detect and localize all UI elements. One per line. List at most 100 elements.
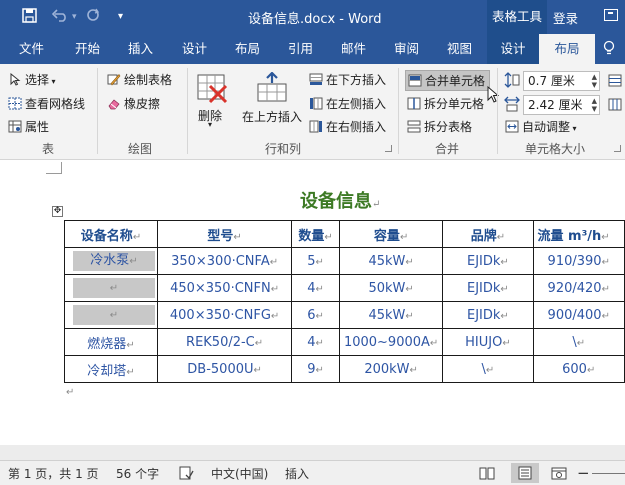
row-height-input[interactable]: 0.7 厘米 ▲ ▼ <box>523 71 600 91</box>
tab-table-layout[interactable]: 布局 <box>539 34 595 64</box>
table-cell[interactable]: 5↵ <box>291 247 340 275</box>
tab-table-design[interactable]: 设计 <box>487 34 539 64</box>
table-cell[interactable]: 燃烧器↵ <box>64 328 158 356</box>
table-cell[interactable]: EJIDk↵ <box>442 274 534 302</box>
table-cell-selected[interactable]: ↵ <box>64 274 158 302</box>
table-header-cell[interactable]: 数量↵ <box>291 220 340 248</box>
table-header-cell[interactable]: 容量↵ <box>338 220 444 248</box>
table-cell[interactable]: 200kW↵ <box>338 355 444 383</box>
table-cell[interactable]: 4↵ <box>291 328 340 356</box>
login-button[interactable]: 登录 <box>553 8 578 27</box>
web-layout-icon[interactable] <box>551 466 567 480</box>
distribute-columns-icon[interactable] <box>608 98 622 114</box>
read-mode-icon[interactable] <box>479 466 495 480</box>
tab-mailings[interactable]: 邮件 <box>341 34 369 64</box>
tell-me-lightbulb-icon[interactable] <box>603 40 615 56</box>
tab-file[interactable]: 文件 <box>19 34 47 64</box>
table-header-cell[interactable]: 品牌↵ <box>442 220 534 248</box>
properties-button[interactable]: 属性 <box>8 118 49 136</box>
tab-view[interactable]: 视图 <box>447 34 475 64</box>
table-cell[interactable]: 910/390↵ <box>532 247 625 275</box>
column-width-increase-icon[interactable]: ▲ <box>592 98 597 105</box>
status-bar: 第 1 页，共 1 页 56 个字 中文(中国) 插入 − <box>0 460 625 485</box>
distribute-rows-icon[interactable] <box>608 74 622 90</box>
tab-references[interactable]: 引用 <box>288 34 316 64</box>
table-cell[interactable]: 4↵ <box>291 274 340 302</box>
table-cell[interactable]: 9↵ <box>291 355 340 383</box>
table-cell[interactable]: 45kW↵ <box>338 301 444 329</box>
proofing-icon[interactable] <box>179 466 194 480</box>
redo-icon[interactable] <box>86 8 100 26</box>
tab-insert[interactable]: 插入 <box>128 34 156 64</box>
equipment-table[interactable]: 设备名称↵ 型号↵ 数量↵ 容量↵ 品牌↵ 流量 m³/h↵ 冷水泵↵ 350×… <box>64 220 625 383</box>
table-cell-selected[interactable]: 冷水泵↵ <box>64 247 158 275</box>
table-cell[interactable]: REK50/2-C↵ <box>156 328 293 356</box>
merge-cells-button[interactable]: 合并单元格 <box>405 70 490 91</box>
table-cell[interactable]: EJIDk↵ <box>442 301 534 329</box>
ribbon-display-options-icon[interactable] <box>604 9 618 21</box>
insert-left-icon <box>309 97 323 110</box>
pencil-table-icon <box>107 73 121 86</box>
eraser-button[interactable]: 橡皮擦 <box>107 95 160 113</box>
zoom-out-icon[interactable]: − <box>577 464 590 482</box>
table-cell[interactable]: DB-5000U↵ <box>156 355 293 383</box>
table-cell[interactable]: 50kW↵ <box>338 274 444 302</box>
draw-table-button[interactable]: 绘制表格 <box>107 71 172 89</box>
insert-below-icon <box>309 73 323 86</box>
table-header-cell[interactable]: 型号↵ <box>156 220 293 248</box>
table-move-handle-icon[interactable]: ✥ <box>52 206 63 217</box>
cell-size-dialog-launcher-icon[interactable] <box>614 145 621 152</box>
autofit-button[interactable]: 自动调整 ▾ <box>505 118 577 136</box>
tab-review[interactable]: 审阅 <box>394 34 422 64</box>
insert-above-button[interactable]: 在上方插入 <box>240 70 302 128</box>
row-height-decrease-icon[interactable]: ▼ <box>592 82 597 89</box>
gridlines-icon <box>8 97 22 110</box>
tab-design[interactable]: 设计 <box>182 34 210 64</box>
insert-right-button[interactable]: 在右侧插入 <box>309 118 386 136</box>
customize-qat-icon[interactable]: ▾ <box>118 8 123 26</box>
table-cell[interactable]: 920/420↵ <box>532 274 625 302</box>
column-width-input[interactable]: 2.42 厘米 ▲ ▼ <box>523 95 600 115</box>
table-cell[interactable]: 400×350·CNFG↵ <box>156 301 293 329</box>
table-cell[interactable]: \↵ <box>442 355 534 383</box>
document-heading[interactable]: 设备信息↵ <box>300 187 380 213</box>
insert-left-button[interactable]: 在左侧插入 <box>309 95 386 113</box>
row-height-increase-icon[interactable]: ▲ <box>592 74 597 81</box>
view-gridlines-button[interactable]: 查看网格线 <box>8 95 85 113</box>
split-cells-icon <box>407 97 421 110</box>
table-header-cell[interactable]: 流量 m³/h↵ <box>532 220 625 248</box>
table-cell[interactable]: 冷却塔↵ <box>64 355 158 383</box>
table-header-cell[interactable]: 设备名称↵ <box>64 220 158 248</box>
table-cell[interactable]: 1000~9000A↵ <box>338 328 444 356</box>
table-cell[interactable]: 45kW↵ <box>338 247 444 275</box>
table-cell[interactable]: 900/400↵ <box>532 301 625 329</box>
column-width-decrease-icon[interactable]: ▼ <box>592 106 597 113</box>
table-cell-selected[interactable]: ↵ <box>64 301 158 329</box>
undo-dropdown-icon[interactable]: ▾ <box>72 8 77 26</box>
table-cell[interactable]: 450×350·CNFN↵ <box>156 274 293 302</box>
table-cell[interactable]: 350×300·CNFA↵ <box>156 247 293 275</box>
zoom-slider[interactable] <box>592 473 625 474</box>
table-cell[interactable]: 600↵ <box>532 355 625 383</box>
eraser-icon <box>107 97 121 110</box>
page-count[interactable]: 第 1 页，共 1 页 <box>8 465 99 482</box>
insert-below-button[interactable]: 在下方插入 <box>309 71 386 89</box>
merge-cells-label: 合并单元格 <box>425 74 486 88</box>
word-count[interactable]: 56 个字 <box>116 465 159 482</box>
delete-button[interactable]: 删除 ▾ <box>194 70 230 129</box>
print-layout-icon[interactable] <box>511 463 539 483</box>
split-cells-button[interactable]: 拆分单元格 <box>407 95 484 113</box>
table-cell[interactable]: HIUJO↵ <box>442 328 534 356</box>
split-table-button[interactable]: 拆分表格 <box>407 118 472 136</box>
rows-cols-dialog-launcher-icon[interactable] <box>385 145 392 152</box>
save-icon[interactable] <box>22 8 37 26</box>
select-button[interactable]: 选择 ▾ <box>8 71 56 89</box>
insert-mode-indicator[interactable]: 插入 <box>285 465 309 482</box>
language-indicator[interactable]: 中文(中国) <box>211 465 268 482</box>
undo-icon[interactable] <box>51 8 68 26</box>
table-cell[interactable]: \↵ <box>532 328 625 356</box>
table-cell[interactable]: 6↵ <box>291 301 340 329</box>
table-cell[interactable]: EJIDk↵ <box>442 247 534 275</box>
tab-home[interactable]: 开始 <box>75 34 103 64</box>
tab-layout[interactable]: 布局 <box>235 34 263 64</box>
